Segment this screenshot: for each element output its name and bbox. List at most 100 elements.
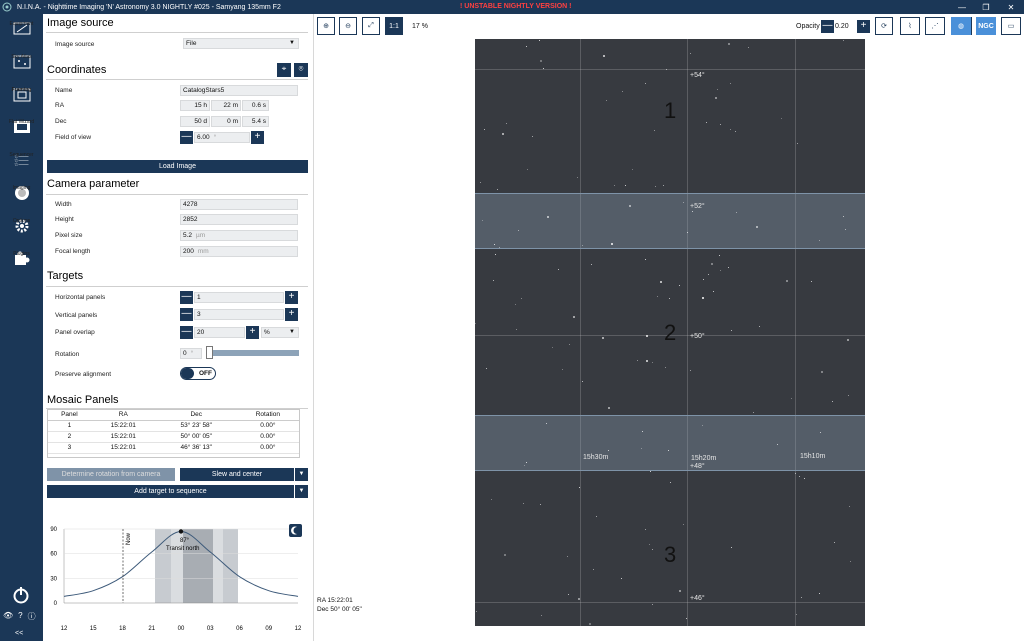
divider — [46, 32, 308, 33]
overlap-unit-select[interactable]: % ▼ — [261, 327, 299, 338]
ngc-button[interactable]: NGC — [976, 17, 996, 35]
star — [668, 450, 669, 451]
add-target-button[interactable]: Add target to sequence — [47, 485, 294, 498]
preserve-alignment-toggle[interactable]: OFF — [180, 367, 216, 380]
panel-number[interactable]: 2 — [664, 320, 676, 346]
divider — [46, 194, 308, 195]
horizontal-decrease-button[interactable]: — — [180, 291, 193, 304]
crosshair-button[interactable]: ⌖ — [277, 63, 291, 77]
preserve-alignment-label: Preserve alignment — [55, 371, 111, 378]
nav-plugins[interactable]: Plugins — [0, 250, 43, 282]
nav-flat-wizard[interactable]: Flat Wizard — [0, 118, 43, 150]
nav-imaging[interactable]: Imaging — [0, 184, 43, 216]
targets-title: Targets — [47, 270, 84, 282]
star — [484, 129, 485, 130]
svg-text:☆——: ☆—— — [14, 162, 28, 167]
overlap-increase-button[interactable]: + — [246, 326, 259, 339]
name-input[interactable]: CatalogStars5 — [180, 85, 298, 96]
panel-number[interactable]: 3 — [664, 542, 676, 568]
fov-decrease-button[interactable]: — — [180, 131, 193, 144]
fov-increase-button[interactable]: + — [251, 131, 264, 144]
star — [663, 185, 664, 186]
zoom-1to1-button[interactable]: 1:1 — [385, 17, 403, 35]
ra-hours-input[interactable]: 15 h — [180, 100, 210, 111]
chevron-down-icon: ▼ — [289, 40, 295, 46]
nav-sequencer[interactable]: ☆—— ☆—— ☆—— Sequencer — [0, 151, 43, 183]
fov-input[interactable]: 6.00 ° — [194, 132, 250, 143]
eye-icon[interactable]: 👁 — [3, 611, 13, 622]
maximize-button[interactable]: ❐ — [974, 0, 998, 14]
nav-framing[interactable]: Framing — [0, 86, 43, 118]
fit-button[interactable]: ⤢ — [362, 17, 380, 35]
star — [666, 69, 667, 70]
ra-seconds-input[interactable]: 0.6 s — [242, 100, 269, 111]
star — [801, 597, 802, 598]
add-target-dropdown-button[interactable]: ▼ — [295, 485, 308, 498]
location-button[interactable]: ⌾ — [294, 63, 308, 77]
rotation-input[interactable]: 0 ° — [180, 348, 202, 359]
dec-minutes-input[interactable]: 0 m — [211, 116, 241, 127]
star — [495, 254, 496, 255]
rotation-slider-thumb[interactable] — [206, 346, 213, 359]
horizontal-increase-button[interactable]: + — [285, 291, 298, 304]
help-icon[interactable]: ? — [18, 611, 22, 622]
star — [494, 244, 495, 245]
power-icon[interactable] — [11, 585, 31, 607]
star — [475, 323, 476, 324]
star — [670, 482, 671, 483]
load-image-button[interactable]: Load Image — [47, 160, 308, 173]
constellation-icon: ⌇ — [908, 23, 912, 30]
star — [524, 465, 525, 466]
determine-rotation-button[interactable]: Determine rotation from camera — [47, 468, 175, 481]
height-input[interactable]: 2852 — [180, 214, 298, 225]
star — [843, 40, 844, 41]
vertical-panels-input[interactable]: 3 — [194, 309, 284, 320]
star — [797, 143, 798, 144]
nav-options[interactable]: Options — [0, 217, 43, 249]
coordinates-title: Coordinates — [47, 64, 107, 76]
overlap-decrease-button[interactable]: — — [180, 326, 193, 339]
star — [753, 412, 754, 413]
constellation-lines-button[interactable]: ⋰ — [925, 17, 945, 35]
star — [645, 259, 646, 260]
width-input[interactable]: 4278 — [180, 199, 298, 210]
opacity-decrease-button[interactable]: — — [821, 20, 834, 33]
nav-sky-atlas[interactable]: Sky Atlas — [0, 53, 43, 85]
slew-center-button[interactable]: Slew and center — [180, 468, 294, 481]
annotate-button[interactable]: ▭ — [1001, 17, 1021, 35]
constellation-boundaries-button[interactable]: ⌇ — [900, 17, 920, 35]
pixel-size-input[interactable]: 5.2 µm — [180, 230, 298, 241]
opacity-increase-button[interactable]: + — [857, 20, 870, 33]
vertical-decrease-button[interactable]: — — [180, 308, 193, 321]
ra-label: RA — [55, 102, 65, 109]
dec-seconds-input[interactable]: 5.4 s — [242, 116, 269, 127]
zoom-out-button[interactable]: ⊖ — [339, 17, 357, 35]
star — [646, 360, 648, 362]
nav-equipment[interactable]: Equipment — [0, 20, 43, 52]
minimize-button[interactable]: — — [950, 0, 974, 14]
image-source-select[interactable]: File ▼ — [183, 38, 299, 49]
dec-degrees-input[interactable]: 50 d — [180, 116, 210, 127]
vertical-increase-button[interactable]: + — [285, 308, 298, 321]
sky-image[interactable]: 1 2 3 +54° +52° +50° +48° +46° 15h30m 15… — [475, 39, 865, 626]
panel-number[interactable]: 1 — [664, 98, 676, 124]
slew-dropdown-button[interactable]: ▼ — [295, 468, 308, 481]
info-icon[interactable]: ⓘ — [28, 611, 36, 622]
close-button[interactable]: ✕ — [999, 0, 1023, 14]
title-bar: N.I.N.A. - Nighttime Imaging 'N' Astrono… — [0, 0, 1024, 14]
star — [637, 360, 638, 361]
collapse-nav-button[interactable]: << — [15, 630, 23, 637]
zoom-in-button[interactable]: ⊕ — [317, 17, 335, 35]
star — [652, 362, 653, 363]
horizontal-panels-input[interactable]: 1 — [194, 292, 284, 303]
panel-overlap-input[interactable]: 20 — [194, 327, 245, 338]
star — [502, 133, 504, 135]
star — [491, 499, 492, 500]
rotation-slider-track[interactable] — [209, 350, 299, 356]
moon-button[interactable] — [289, 524, 302, 537]
rotate-button[interactable]: ⟳ — [875, 17, 893, 35]
focal-length-input[interactable]: 200 mm — [180, 246, 298, 257]
ra-minutes-input[interactable]: 22 m — [211, 100, 241, 111]
grid-button[interactable]: ◍ — [951, 17, 971, 35]
opacity-value: 0.20 — [835, 23, 849, 30]
